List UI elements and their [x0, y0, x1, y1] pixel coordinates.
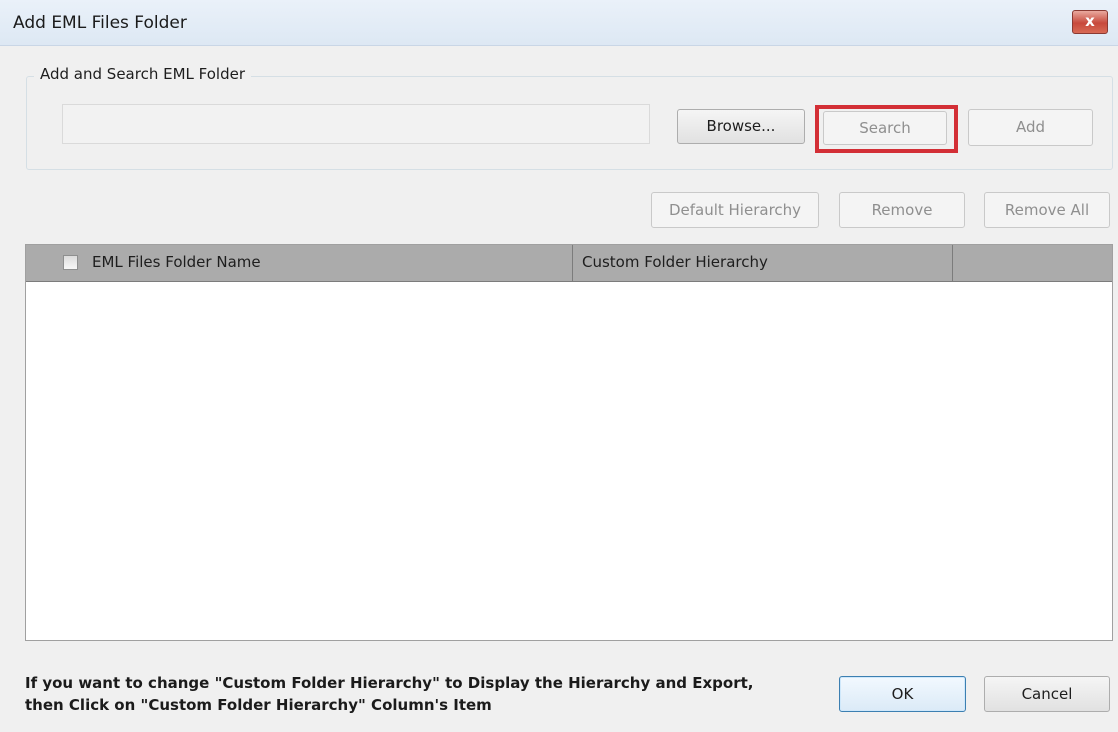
add-button[interactable]: Add [968, 109, 1093, 146]
select-all-checkbox[interactable] [63, 255, 78, 270]
footer-note-line2: then Click on "Custom Folder Hierarchy" … [25, 696, 492, 714]
column-header-folder-name[interactable]: EML Files Folder Name [92, 253, 261, 271]
footer-note-line1: If you want to change "Custom Folder Hie… [25, 674, 754, 692]
cancel-button[interactable]: Cancel [984, 676, 1110, 712]
folder-path-input[interactable] [62, 104, 650, 144]
browse-button[interactable]: Browse... [677, 109, 805, 144]
ok-button[interactable]: OK [839, 676, 966, 712]
column-divider[interactable] [952, 245, 953, 281]
column-header-custom-hierarchy[interactable]: Custom Folder Hierarchy [582, 253, 768, 271]
search-group-legend: Add and Search EML Folder [34, 65, 251, 83]
footer-note: If you want to change "Custom Folder Hie… [25, 672, 825, 716]
remove-all-button[interactable]: Remove All [984, 192, 1110, 228]
title-bar: Add EML Files Folder x [0, 0, 1118, 46]
remove-button[interactable]: Remove [839, 192, 965, 228]
column-divider[interactable] [572, 245, 573, 281]
window-title: Add EML Files Folder [13, 13, 187, 33]
close-icon: x [1085, 12, 1095, 30]
close-button[interactable]: x [1072, 10, 1108, 34]
folder-table[interactable]: EML Files Folder Name Custom Folder Hier… [25, 244, 1113, 641]
default-hierarchy-button[interactable]: Default Hierarchy [651, 192, 819, 228]
search-highlight-box [815, 105, 958, 153]
table-header: EML Files Folder Name Custom Folder Hier… [26, 245, 1112, 282]
